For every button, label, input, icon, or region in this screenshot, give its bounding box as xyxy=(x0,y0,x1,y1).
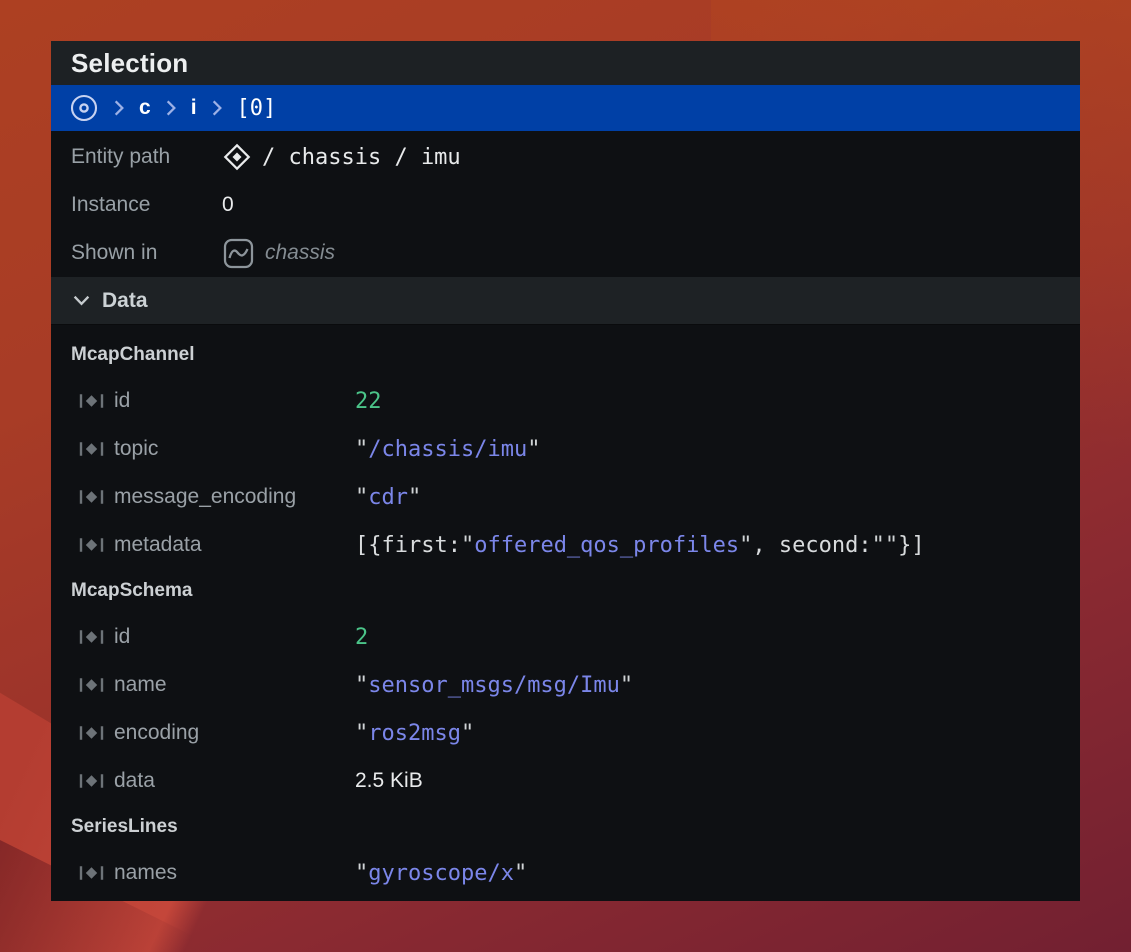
metadata-mid: , second: xyxy=(752,533,871,558)
field-label: data xyxy=(114,769,155,793)
field-value-number: 22 xyxy=(355,389,382,414)
quote-mark: " xyxy=(527,437,540,462)
metadata-string: offered_qos_profiles xyxy=(474,533,739,558)
field-label: message_encoding xyxy=(114,485,296,509)
selection-panel: Selection c i [0] Entity path xyxy=(51,41,1080,901)
field-label: names xyxy=(114,861,177,885)
component-icon xyxy=(78,440,105,458)
component-icon xyxy=(78,536,105,554)
field-value-string: gyroscope/x xyxy=(368,861,514,886)
component-icon xyxy=(78,488,105,506)
breadcrumb: c i [0] xyxy=(51,85,1080,131)
field-value-string: ros2msg xyxy=(368,721,461,746)
data-body: McapChannel id 22 xyxy=(51,325,1080,897)
quote-mark: " xyxy=(461,533,474,558)
component-icon xyxy=(78,628,105,646)
metadata-prefix: [{first: xyxy=(355,533,461,558)
component-icon xyxy=(78,724,105,742)
field-row-schema-name[interactable]: name "sensor_msgs/msg/Imu" xyxy=(51,661,1080,709)
quote-mark: " xyxy=(514,861,527,886)
field-row-names[interactable]: names "gyroscope/x" xyxy=(51,849,1080,897)
data-section-title: Data xyxy=(102,289,148,313)
component-icon xyxy=(78,772,105,790)
group-title: McapChannel xyxy=(51,333,1080,377)
field-row-schema-data[interactable]: data 2.5 KiB xyxy=(51,757,1080,805)
field-label: id xyxy=(114,389,130,413)
field-row-id[interactable]: id 22 xyxy=(51,377,1080,425)
field-value-string: sensor_msgs/msg/Imu xyxy=(368,673,620,698)
field-row-metadata[interactable]: metadata [{first: "offered_qos_profiles"… xyxy=(51,521,1080,569)
group-title: McapSchema xyxy=(51,569,1080,613)
field-value-string: cdr xyxy=(368,485,408,510)
group-title: SeriesLines xyxy=(51,805,1080,849)
quote-mark: " xyxy=(355,673,368,698)
quote-mark: " xyxy=(461,721,474,746)
field-row-schema-id[interactable]: id 2 xyxy=(51,613,1080,661)
field-row-schema-encoding[interactable]: encoding "ros2msg" xyxy=(51,709,1080,757)
entity-icon xyxy=(222,142,252,172)
field-value-bytes: 2.5 KiB xyxy=(355,769,423,793)
field-value-number: 2 xyxy=(355,625,368,650)
entity-path-label: Entity path xyxy=(71,145,222,169)
chevron-right-icon xyxy=(165,100,177,116)
quote-mark: " xyxy=(355,437,368,462)
desktop: { "window": { "title": "Selection" }, "b… xyxy=(0,0,1131,952)
instance-label: Instance xyxy=(71,193,222,217)
field-label: id xyxy=(114,625,130,649)
breadcrumb-segment-instance[interactable]: [0] xyxy=(237,96,277,121)
entity-path-value[interactable]: / chassis / imu xyxy=(262,145,461,170)
component-icon xyxy=(78,392,105,410)
quote-mark: " xyxy=(408,485,421,510)
instance-row: Instance 0 xyxy=(51,181,1080,229)
chevron-down-icon[interactable] xyxy=(73,295,90,306)
quote-mark: " xyxy=(739,533,752,558)
shown-in-row: Shown in chassis xyxy=(51,229,1080,277)
field-value-string: /chassis/imu xyxy=(368,437,527,462)
panel-title-bar: Selection xyxy=(51,41,1080,85)
component-icon xyxy=(78,676,105,694)
quote-mark: " xyxy=(355,485,368,510)
breadcrumb-segment[interactable]: c xyxy=(139,96,151,120)
field-label: encoding xyxy=(114,721,199,745)
entity-path-row: Entity path / chassis / imu xyxy=(51,133,1080,181)
panel-title: Selection xyxy=(71,48,188,79)
chevron-right-icon xyxy=(211,100,223,116)
instance-value: 0 xyxy=(222,193,234,217)
shown-in-label: Shown in xyxy=(71,241,222,265)
field-label: topic xyxy=(114,437,158,461)
quote-mark: " xyxy=(355,861,368,886)
quote-mark: " xyxy=(355,721,368,746)
breadcrumb-segment[interactable]: i xyxy=(191,96,197,120)
selection-overview: Entity path / chassis / imu Instance 0 S… xyxy=(51,131,1080,277)
data-section-header[interactable]: Data xyxy=(51,277,1080,325)
shown-in-view-link[interactable]: chassis xyxy=(265,241,335,265)
chevron-right-icon xyxy=(113,100,125,116)
component-icon xyxy=(78,864,105,882)
metadata-suffix: }] xyxy=(898,533,925,558)
quote-mark: " xyxy=(620,673,633,698)
metadata-empty-string: "" xyxy=(872,533,899,558)
field-row-message-encoding[interactable]: message_encoding "cdr" xyxy=(51,473,1080,521)
recording-icon[interactable] xyxy=(69,93,99,123)
field-label: metadata xyxy=(114,533,202,557)
field-label: name xyxy=(114,673,167,697)
field-row-topic[interactable]: topic "/chassis/imu" xyxy=(51,425,1080,473)
timeseries-view-icon xyxy=(222,237,255,270)
